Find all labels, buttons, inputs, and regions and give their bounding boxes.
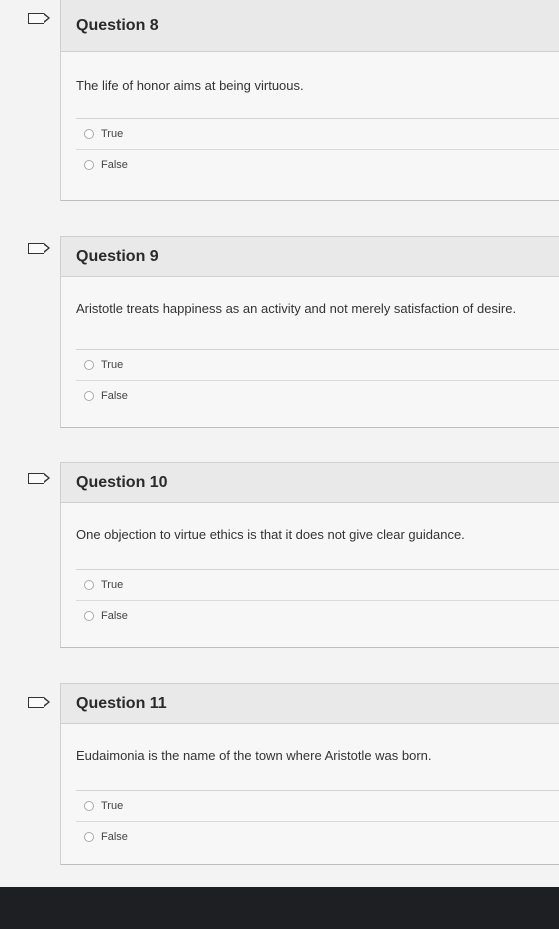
radio-button-icon[interactable] (84, 580, 94, 590)
option-true[interactable]: True (76, 791, 559, 822)
question-card: Question 10 One objection to virtue ethi… (60, 462, 559, 648)
radio-button-icon[interactable] (84, 129, 94, 139)
option-label: True (101, 359, 124, 371)
question-title: Question 9 (61, 237, 559, 277)
question-text: One objection to virtue ethics is that i… (76, 527, 465, 542)
question-card: Question 8 The life of honor aims at bei… (60, 0, 559, 201)
screen-bottom-bezel (0, 887, 559, 929)
radio-button-icon[interactable] (84, 160, 94, 170)
option-label: False (101, 390, 128, 402)
radio-button-icon[interactable] (84, 832, 94, 842)
option-false[interactable]: False (76, 381, 559, 411)
radio-button-icon[interactable] (84, 801, 94, 811)
answer-options: True False (76, 118, 559, 180)
flag-icon[interactable] (28, 696, 50, 708)
answer-options: True False (76, 349, 559, 411)
radio-button-icon[interactable] (84, 391, 94, 401)
option-label: True (101, 800, 124, 812)
option-false[interactable]: False (76, 601, 559, 631)
question-title: Question 11 (61, 684, 559, 724)
option-label: False (101, 610, 128, 622)
flag-icon[interactable] (28, 242, 50, 254)
radio-button-icon[interactable] (84, 360, 94, 370)
answer-options: True False (76, 790, 559, 852)
option-true[interactable]: True (76, 570, 559, 601)
question-text: The life of honor aims at being virtuous… (76, 78, 304, 93)
question-title: Question 8 (61, 0, 559, 52)
flag-icon[interactable] (28, 472, 50, 484)
option-true[interactable]: True (76, 119, 559, 150)
radio-button-icon[interactable] (84, 611, 94, 621)
question-card: Question 11 Eudaimonia is the name of th… (60, 683, 559, 865)
option-false[interactable]: False (76, 822, 559, 852)
option-true[interactable]: True (76, 350, 559, 381)
answer-options: True False (76, 569, 559, 631)
option-label: False (101, 831, 128, 843)
question-title: Question 10 (61, 463, 559, 503)
question-card: Question 9 Aristotle treats happiness as… (60, 236, 559, 428)
flag-icon[interactable] (28, 12, 50, 24)
option-label: True (101, 128, 124, 140)
question-text: Eudaimonia is the name of the town where… (76, 748, 432, 763)
option-label: True (101, 579, 124, 591)
option-false[interactable]: False (76, 150, 559, 180)
question-text: Aristotle treats happiness as an activit… (76, 301, 517, 316)
option-label: False (101, 159, 128, 171)
